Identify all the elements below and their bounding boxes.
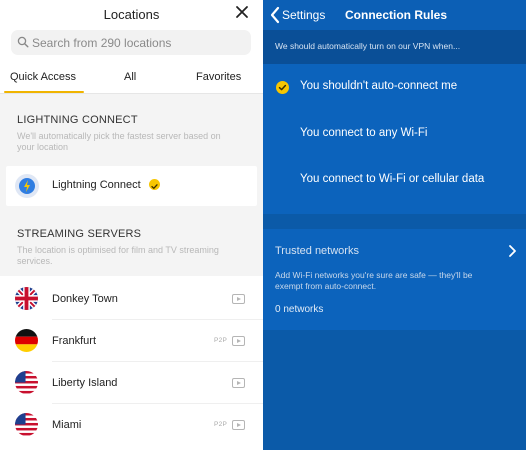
server-row-liberty-island[interactable]: Liberty Island: [0, 362, 263, 404]
server-name: Liberty Island: [52, 377, 118, 389]
tab-bar: Quick Access All Favorites: [0, 66, 263, 94]
section-heading-lightning: LIGHTNING CONNECT: [17, 114, 138, 126]
streaming-icon: [232, 378, 245, 388]
server-row-frankfurt[interactable]: Frankfurt P2P: [0, 320, 263, 362]
lightning-connect-row[interactable]: Lightning Connect: [6, 166, 257, 206]
germany-flag-icon: [15, 329, 38, 352]
trusted-networks-title: Trusted networks: [275, 245, 359, 257]
server-name: Frankfurt: [52, 335, 97, 347]
p2p-badge: P2P: [214, 421, 228, 428]
trusted-networks-description: Add Wi-Fi networks you're sure are safe …: [275, 270, 473, 291]
divider: [0, 93, 263, 94]
tab-all[interactable]: All: [124, 71, 136, 83]
streaming-icon: [232, 420, 245, 430]
option-no-auto-connect[interactable]: You shouldn't auto-connect me: [300, 80, 457, 92]
streaming-icon: [232, 294, 245, 304]
section-description-streaming: The location is optimised for film and T…: [17, 245, 219, 266]
streaming-icon: [232, 336, 245, 346]
connection-rules-panel: Settings Connection Rules We should auto…: [263, 0, 526, 450]
locations-header: Locations Quick Access All Favorites: [0, 0, 263, 94]
lightning-connect-label: Lightning Connect: [52, 179, 141, 191]
server-row-donkey-town[interactable]: Donkey Town: [0, 278, 263, 320]
rules-header: Settings Connection Rules: [263, 0, 526, 30]
locations-panel: Locations Quick Access All Favorites LIG…: [0, 0, 263, 450]
rules-intro: We should automatically turn on our VPN …: [275, 41, 461, 51]
option-any-wifi[interactable]: You connect to any Wi-Fi: [300, 127, 427, 139]
section-description-lightning: We'll automatically pick the fastest ser…: [17, 131, 221, 152]
tab-favorites[interactable]: Favorites: [196, 71, 241, 83]
check-icon: [149, 179, 160, 190]
check-icon: [276, 81, 289, 94]
server-list: Donkey Town Frankfurt P2P Liberty Island…: [0, 276, 263, 450]
page-title: Connection Rules: [345, 8, 448, 22]
p2p-badge: P2P: [214, 337, 228, 344]
search-icon: [17, 36, 29, 48]
chevron-left-icon: [270, 6, 280, 24]
server-name: Miami: [52, 419, 82, 431]
close-icon[interactable]: [233, 3, 251, 21]
server-name: Donkey Town: [52, 293, 118, 305]
search-input[interactable]: [32, 30, 242, 55]
network-count: 0 networks: [275, 304, 324, 315]
uk-flag-icon: [15, 287, 38, 310]
usa-flag-icon: [15, 371, 38, 394]
tab-quick-access[interactable]: Quick Access: [10, 71, 76, 83]
search-bar[interactable]: [11, 30, 251, 55]
back-label: Settings: [282, 8, 326, 22]
section-heading-streaming: STREAMING SERVERS: [17, 228, 142, 240]
chevron-right-icon: [509, 245, 516, 257]
page-title: Locations: [103, 7, 160, 22]
lightning-icon: [15, 174, 39, 198]
usa-flag-icon: [15, 413, 38, 436]
option-wifi-or-cellular[interactable]: You connect to Wi-Fi or cellular data: [300, 173, 484, 185]
server-row-miami[interactable]: Miami P2P: [0, 404, 263, 446]
